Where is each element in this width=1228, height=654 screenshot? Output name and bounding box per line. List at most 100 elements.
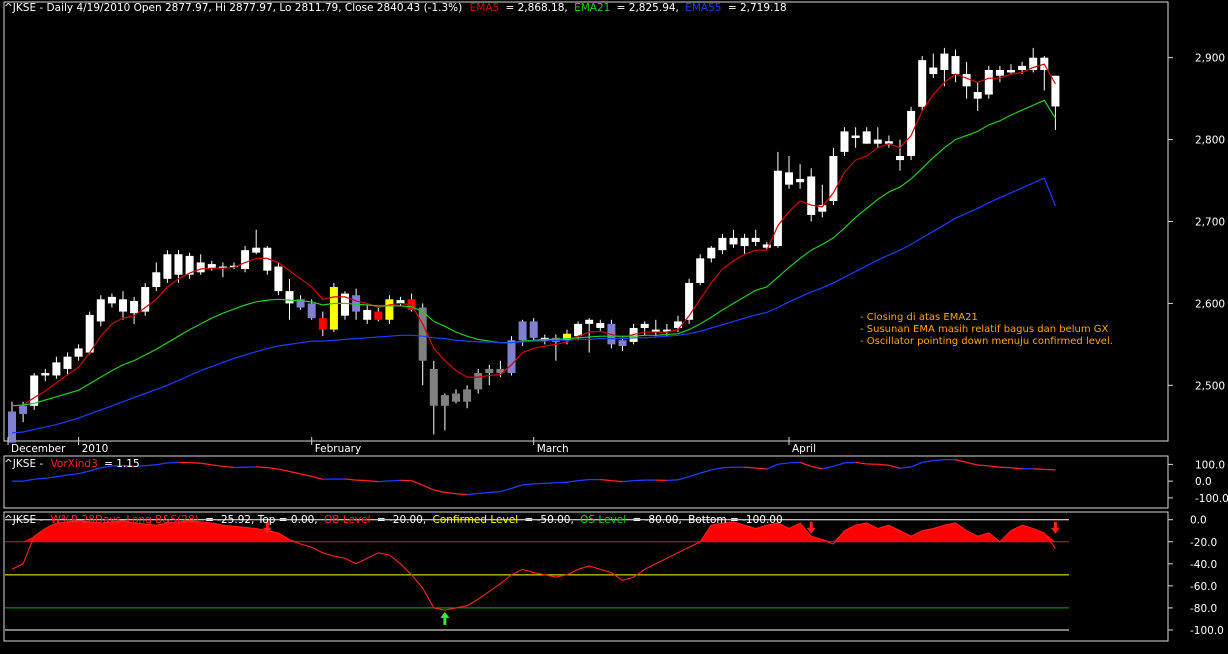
candle: [74, 344, 83, 361]
candle-body: [851, 135, 860, 138]
wr-tick-label: -60.0: [1190, 581, 1217, 593]
candle: [651, 319, 660, 337]
candle: [918, 56, 927, 111]
candle: [119, 291, 127, 320]
candle-body: [940, 53, 949, 70]
price-y-ticks: 2,500 2,600 2,700 2,800 2,900: [1168, 53, 1225, 392]
osc-value: = 1.15: [104, 458, 140, 470]
candle-body: [285, 291, 294, 304]
wr-os-value: = -80.00,: [632, 514, 681, 526]
candle-body: [329, 287, 338, 330]
candle: [385, 295, 394, 324]
osc-segment: [910, 461, 923, 468]
candle: [529, 318, 538, 341]
osc-segment: [666, 479, 679, 482]
candle-body: [474, 373, 483, 390]
candle: [740, 233, 749, 255]
wr-value: = -25.92, Top = 0.00,: [205, 514, 318, 526]
candle: [873, 127, 882, 148]
wr-header-prefix: ^JKSE -: [4, 514, 43, 526]
candle: [396, 296, 405, 307]
candle-body: [518, 321, 527, 341]
wr-bottom: Bottom = -100.00: [688, 514, 783, 526]
annotation-line-1: - Closing di atas EMA21: [860, 312, 978, 323]
osc-segment: [200, 462, 212, 466]
x-tick-label: 2010: [82, 443, 109, 455]
candle-body: [485, 368, 494, 374]
candle: [773, 151, 782, 248]
candle-body: [574, 323, 583, 337]
candle-body: [207, 264, 216, 269]
candle-body: [685, 282, 694, 320]
osc-segment: [533, 482, 545, 485]
candle-body: [729, 237, 738, 245]
candle-body: [452, 393, 460, 402]
osc-segment: [489, 490, 501, 494]
osc-segment: [744, 466, 756, 469]
candle: [8, 401, 16, 443]
ema55-line: [11, 177, 1056, 434]
osc-segment: [344, 478, 357, 481]
candle-body: [995, 69, 1004, 76]
candle-body: [130, 300, 139, 314]
osc-segment: [877, 463, 889, 466]
candle: [374, 307, 383, 322]
ema21-value: = 2,825.94,: [617, 2, 679, 14]
osc-segment: [145, 464, 157, 467]
x-tick-label: March: [537, 443, 569, 455]
candle: [418, 303, 427, 386]
candle: [796, 164, 805, 189]
osc-segment: [755, 467, 767, 470]
candle: [718, 233, 727, 255]
osc-segment: [566, 479, 579, 483]
candle: [951, 49, 960, 83]
price-tick-label: 2,800: [1195, 135, 1225, 147]
panel-frame-1: [3, 1, 1169, 442]
candle: [973, 82, 982, 111]
osc-segment: [278, 468, 290, 473]
candle-body: [174, 254, 183, 275]
candle: [218, 262, 227, 278]
candle: [785, 155, 793, 189]
candle: [1040, 56, 1049, 91]
osc-segment: [999, 466, 1012, 469]
candle: [163, 250, 172, 283]
candle-body: [773, 170, 782, 247]
candle-body: [785, 172, 793, 185]
candle: [807, 168, 816, 222]
candle: [907, 106, 916, 161]
candle-body: [751, 237, 760, 242]
candle: [241, 246, 250, 273]
osc-tick-label: 0.0: [1195, 476, 1212, 488]
annotation-line-2: - Susunan EMA masih relatif bagus dan be…: [860, 324, 1109, 335]
osc-segment: [422, 484, 435, 491]
candle-body: [274, 266, 283, 292]
osc-segment: [500, 487, 512, 493]
osc-segment: [22, 478, 35, 482]
osc-segment: [622, 479, 634, 483]
osc-segment: [1033, 468, 1045, 471]
osc-segment: [888, 464, 901, 469]
wr-tick-label: -80.0: [1190, 603, 1217, 615]
candle: [696, 254, 705, 286]
candle-body: [463, 389, 472, 402]
candle-body: [918, 60, 927, 107]
ema5-label: EMA5: [470, 2, 500, 14]
candle: [452, 389, 460, 404]
candle: [252, 229, 261, 255]
wr-area: [11, 520, 1056, 611]
candle-body: [507, 340, 516, 374]
ema5-line: [11, 63, 1056, 407]
wr-tick-label: -100.0: [1190, 625, 1224, 637]
price-panel: 2,500 2,600 2,700 2,800 2,900 December 2010 Fe…: [4, 2, 1225, 455]
osc-segment: [777, 462, 790, 465]
ema-lines: [11, 63, 1056, 434]
candle-body: [929, 67, 938, 75]
candle: [329, 282, 338, 333]
osc-segment: [56, 474, 68, 478]
candle-body: [984, 69, 993, 95]
williams-r-panel: 0.0 -20.0 -40.0 -60.0 -80.0 -100.0 ^JKSE - W%…: [4, 514, 1224, 637]
candle: [196, 254, 205, 275]
candle-body: [363, 309, 372, 320]
x-tick-label: April: [792, 443, 816, 455]
